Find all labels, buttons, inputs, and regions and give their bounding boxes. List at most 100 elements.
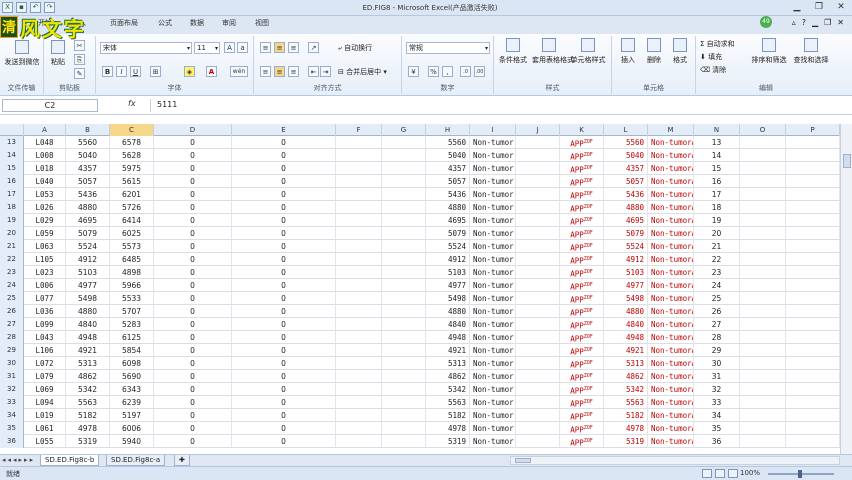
cell-b[interactable]: 4921 bbox=[66, 344, 110, 357]
clear-button[interactable]: ⌫ 清除 bbox=[700, 65, 726, 75]
grow-font-icon[interactable]: A bbox=[224, 42, 235, 53]
cell-d[interactable]: 0 bbox=[154, 396, 232, 409]
cell-i[interactable]: Non-tumor bbox=[470, 318, 516, 331]
cell-e[interactable]: 0 bbox=[232, 175, 336, 188]
cell-b[interactable]: 4880 bbox=[66, 201, 110, 214]
cell-o[interactable] bbox=[740, 344, 786, 357]
cell-e[interactable]: 0 bbox=[232, 136, 336, 149]
cell-c[interactable]: 5573 bbox=[110, 240, 154, 253]
cell-p[interactable] bbox=[786, 201, 840, 214]
page-layout-view-icon[interactable] bbox=[715, 469, 725, 478]
cell-i[interactable]: Non-tumor bbox=[470, 344, 516, 357]
cell-e[interactable]: 0 bbox=[232, 305, 336, 318]
cell-c[interactable]: 5690 bbox=[110, 370, 154, 383]
cell-d[interactable]: 0 bbox=[154, 266, 232, 279]
cell-g[interactable] bbox=[382, 227, 426, 240]
cell-o[interactable] bbox=[740, 214, 786, 227]
cell-d[interactable]: 0 bbox=[154, 227, 232, 240]
cell-d[interactable]: 0 bbox=[154, 240, 232, 253]
cell-m[interactable]: Non-tumorA bbox=[648, 214, 694, 227]
cell-f[interactable] bbox=[336, 357, 382, 370]
cell-m[interactable]: Non-tumorA bbox=[648, 175, 694, 188]
cell-m[interactable]: Non-tumorA bbox=[648, 370, 694, 383]
cell-j[interactable] bbox=[516, 331, 560, 344]
row-header[interactable]: 26 bbox=[0, 305, 24, 318]
align-center-icon[interactable]: ≡ bbox=[274, 66, 285, 77]
row-header[interactable]: 14 bbox=[0, 149, 24, 162]
cell-l[interactable]: 4921 bbox=[604, 344, 648, 357]
cell-o[interactable] bbox=[740, 383, 786, 396]
cell-n[interactable]: 16 bbox=[694, 175, 740, 188]
cell-g[interactable] bbox=[382, 201, 426, 214]
cell-j[interactable] bbox=[516, 344, 560, 357]
cell-i[interactable]: Non-tumor bbox=[470, 136, 516, 149]
cell-g[interactable] bbox=[382, 253, 426, 266]
cell-a[interactable]: L077 bbox=[24, 292, 66, 305]
row-header[interactable]: 31 bbox=[0, 370, 24, 383]
cell-l[interactable]: 4880 bbox=[604, 201, 648, 214]
tab-formulas[interactable]: 公式 bbox=[158, 18, 172, 28]
cell-a[interactable]: L099 bbox=[24, 318, 66, 331]
cell-n[interactable]: 34 bbox=[694, 409, 740, 422]
wrap-text-button[interactable]: ⤶ 自动换行 bbox=[338, 43, 372, 53]
cell-h[interactable]: 5524 bbox=[426, 240, 470, 253]
cell-i[interactable]: Non-tumor bbox=[470, 435, 516, 448]
cell-g[interactable] bbox=[382, 188, 426, 201]
cell-j[interactable] bbox=[516, 188, 560, 201]
cell-i[interactable]: Non-tumor bbox=[470, 240, 516, 253]
save-icon[interactable]: ▪ bbox=[16, 2, 27, 13]
row-header[interactable]: 33 bbox=[0, 396, 24, 409]
cell-o[interactable] bbox=[740, 136, 786, 149]
redo-icon[interactable]: ↷ bbox=[44, 2, 55, 13]
cell-o[interactable] bbox=[740, 162, 786, 175]
cell-f[interactable] bbox=[336, 435, 382, 448]
cell-k[interactable]: APPZOF bbox=[560, 175, 604, 188]
cell-e[interactable]: 0 bbox=[232, 162, 336, 175]
sheet-tab[interactable]: SD.ED.Fig8c-a bbox=[106, 455, 166, 466]
cell-l[interactable]: 4695 bbox=[604, 214, 648, 227]
cell-m[interactable]: Non-tumorA bbox=[648, 201, 694, 214]
cell-p[interactable] bbox=[786, 227, 840, 240]
cell-b[interactable]: 5342 bbox=[66, 383, 110, 396]
cell-e[interactable]: 0 bbox=[232, 201, 336, 214]
cell-j[interactable] bbox=[516, 357, 560, 370]
cell-a[interactable]: L105 bbox=[24, 253, 66, 266]
cell-n[interactable]: 29 bbox=[694, 344, 740, 357]
undo-icon[interactable]: ↶ bbox=[30, 2, 41, 13]
format-cells-button[interactable]: 格式 bbox=[668, 38, 692, 65]
fill-color-icon[interactable]: ◈ bbox=[184, 66, 195, 77]
cell-p[interactable] bbox=[786, 305, 840, 318]
ribbon-minimize-icon[interactable]: ▵ bbox=[792, 18, 796, 27]
column-header-d[interactable]: D bbox=[154, 124, 232, 136]
cell-l[interactable]: 5040 bbox=[604, 149, 648, 162]
cell-m[interactable]: Non-tumorA bbox=[648, 149, 694, 162]
cell-b[interactable]: 4880 bbox=[66, 305, 110, 318]
cell-c[interactable]: 5533 bbox=[110, 292, 154, 305]
cell-b[interactable]: 4862 bbox=[66, 370, 110, 383]
doc-close-icon[interactable]: ✕ bbox=[837, 18, 844, 27]
worksheet-grid[interactable]: ABCDEFGHIJKLMNOP 13 L048 5560 6578 0 0 5560 Non… bbox=[0, 124, 840, 454]
cell-c[interactable]: 5615 bbox=[110, 175, 154, 188]
cell-i[interactable]: Non-tumor bbox=[470, 357, 516, 370]
cell-a[interactable]: L023 bbox=[24, 266, 66, 279]
cell-b[interactable]: 5079 bbox=[66, 227, 110, 240]
align-top-icon[interactable]: ≡ bbox=[260, 42, 271, 53]
cell-j[interactable] bbox=[516, 136, 560, 149]
increase-decimal-icon[interactable]: .0 bbox=[460, 66, 471, 77]
cell-h[interactable]: 4357 bbox=[426, 162, 470, 175]
cell-g[interactable] bbox=[382, 370, 426, 383]
cell-e[interactable]: 0 bbox=[232, 188, 336, 201]
cell-c[interactable]: 6125 bbox=[110, 331, 154, 344]
font-color-button[interactable]: A bbox=[206, 66, 217, 77]
cell-f[interactable] bbox=[336, 422, 382, 435]
cell-b[interactable]: 5057 bbox=[66, 175, 110, 188]
cell-k[interactable]: APPZOF bbox=[560, 409, 604, 422]
cell-g[interactable] bbox=[382, 305, 426, 318]
autosum-button[interactable]: Σ 自动求和 bbox=[700, 39, 735, 49]
cell-m[interactable]: Non-tumorA bbox=[648, 357, 694, 370]
cell-l[interactable]: 5182 bbox=[604, 409, 648, 422]
cell-g[interactable] bbox=[382, 357, 426, 370]
cell-l[interactable]: 5319 bbox=[604, 435, 648, 448]
cell-k[interactable]: APPZOF bbox=[560, 162, 604, 175]
cell-g[interactable] bbox=[382, 331, 426, 344]
